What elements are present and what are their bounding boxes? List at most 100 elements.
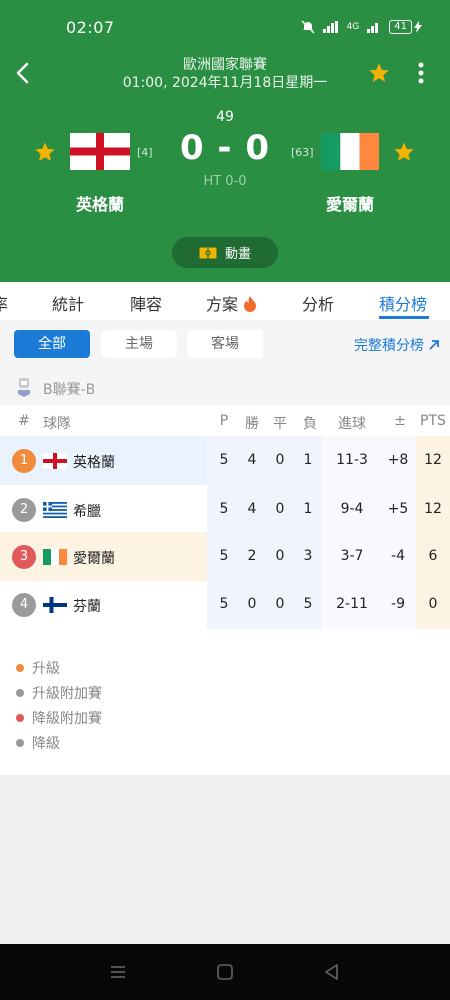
wins: 2 [247, 548, 257, 564]
rank-badge: 2 [12, 498, 36, 522]
wins: 4 [247, 501, 257, 517]
system-navigation-bar [0, 944, 450, 1000]
finland-flag-icon [43, 597, 67, 613]
fire-icon [244, 296, 257, 312]
header-wins: 勝 [245, 416, 259, 432]
points: 12 [424, 501, 442, 517]
tab-analysis[interactable]: 分析 [302, 291, 334, 315]
ireland-flag-icon [321, 133, 379, 170]
legend-item: 升級 [16, 655, 102, 680]
draws: 0 [275, 501, 285, 517]
tab-tips[interactable]: 方案 [206, 291, 257, 315]
header-played: P [219, 413, 229, 429]
group-label: B聯賽-B [43, 382, 96, 398]
team-name: 愛爾蘭 [73, 551, 115, 567]
home-team-name[interactable]: 英格蘭 [50, 191, 150, 215]
status-time: 02:07 [66, 18, 115, 37]
charging-icon [414, 21, 422, 33]
england-flag-icon [70, 133, 130, 170]
draws: 0 [275, 548, 285, 564]
filter-bar: 全部 主場 客場 完整積分榜 [0, 320, 450, 370]
score: 0 - 0 [179, 128, 271, 168]
draws: 0 [275, 452, 285, 468]
league-title: 歐洲國家聯賽 [183, 57, 267, 73]
group-header: B聯賽-B [0, 370, 450, 406]
table-row[interactable]: 3 愛爾蘭 5 2 0 3 3-7 -4 6 [0, 532, 450, 581]
animation-label: 動畫 [224, 247, 251, 262]
status-bar: 02:07 4G 41 [0, 0, 450, 48]
team-name: 芬蘭 [73, 599, 101, 615]
tab-stats[interactable]: 統計 [52, 291, 84, 315]
goal-diff: -4 [391, 548, 405, 564]
tab-rate[interactable]: 率 [0, 291, 8, 315]
match-datetime: 01:00, 2024年11月18日星期一 [122, 75, 328, 91]
header-goals: 進球 [338, 416, 366, 432]
signal-icon-2 [367, 23, 379, 33]
away-rank: [63] [291, 146, 314, 159]
losses: 3 [303, 548, 313, 564]
filter-all-chip[interactable]: 全部 [14, 330, 90, 358]
header-draws: 平 [273, 416, 287, 432]
away-team-name[interactable]: 愛爾蘭 [300, 191, 400, 215]
rank-badge: 1 [12, 449, 36, 473]
battery-icon: 41 [389, 20, 422, 34]
draws: 0 [275, 596, 285, 612]
played: 5 [219, 452, 229, 468]
away-favorite-star-icon[interactable] [393, 141, 415, 163]
mute-icon [301, 20, 315, 34]
goal-diff: +8 [387, 452, 409, 468]
goal-diff: -9 [391, 596, 405, 612]
match-header: 02:07 4G 41 歐洲國家聯賽 01:00, 2024年11月18日星期一… [0, 0, 450, 282]
england-flag-icon [43, 453, 67, 469]
header-losses: 負 [303, 416, 317, 432]
header-team: 球隊 [43, 416, 71, 432]
points: 6 [428, 548, 438, 564]
rank-badge: 4 [12, 593, 36, 617]
played: 5 [219, 596, 229, 612]
back-arrow-icon[interactable] [12, 60, 34, 86]
home-icon[interactable] [215, 962, 235, 982]
wins: 0 [247, 596, 257, 612]
full-standings-link[interactable]: 完整積分榜 [354, 335, 440, 355]
battery-level: 41 [389, 20, 412, 34]
goals: 11-3 [336, 452, 368, 468]
played: 5 [219, 548, 229, 564]
animation-button[interactable]: 動畫 [172, 237, 278, 268]
back-triangle-icon[interactable] [322, 962, 342, 982]
signal-icon [322, 21, 338, 33]
legend-item: 升級附加賽 [16, 680, 102, 705]
tab-standings[interactable]: 積分榜 [379, 291, 427, 315]
team-name: 英格蘭 [73, 455, 115, 471]
favorite-match-star-icon[interactable] [368, 62, 390, 84]
played: 5 [219, 501, 229, 517]
wins: 4 [247, 452, 257, 468]
legend-label: 升級附加賽 [32, 685, 102, 702]
network-label: 4G [346, 22, 360, 32]
standings-legend: 升級 升級附加賽 降級附加賽 降級 [16, 655, 102, 755]
ireland-flag-icon [43, 549, 67, 565]
home-rank: [4] [137, 146, 153, 159]
tab-lineup[interactable]: 陣容 [130, 291, 162, 315]
losses: 1 [303, 501, 313, 517]
home-favorite-star-icon[interactable] [34, 141, 56, 163]
filter-away-chip[interactable]: 客場 [187, 330, 263, 358]
relegation-playoff-dot [16, 713, 24, 722]
pitch-icon [199, 247, 217, 258]
legend-item: 降級 [16, 730, 102, 755]
header-points: PTS [420, 413, 446, 429]
status-icons: 4G 41 [301, 20, 422, 34]
filter-home-chip[interactable]: 主場 [101, 330, 177, 358]
active-tab-indicator [379, 316, 429, 319]
table-row[interactable]: 1 英格蘭 5 4 0 1 11-3 +8 12 [0, 436, 450, 485]
menu-icon[interactable] [108, 962, 128, 982]
more-menu-icon[interactable] [414, 60, 428, 86]
match-minute: 49 [216, 109, 234, 125]
tab-tips-label: 方案 [206, 295, 239, 314]
promotion-playoff-dot [16, 688, 24, 697]
legend-item: 降級附加賽 [16, 705, 102, 730]
half-time-score: HT 0-0 [203, 174, 247, 189]
table-header: # 球隊 P 勝 平 負 進球 ± PTS [0, 406, 450, 436]
table-row[interactable]: 2 希臘 5 4 0 1 9-4 +5 12 [0, 485, 450, 534]
goals: 2-11 [336, 596, 368, 612]
table-row[interactable]: 4 芬蘭 5 0 0 5 2-11 -9 0 [0, 580, 450, 629]
